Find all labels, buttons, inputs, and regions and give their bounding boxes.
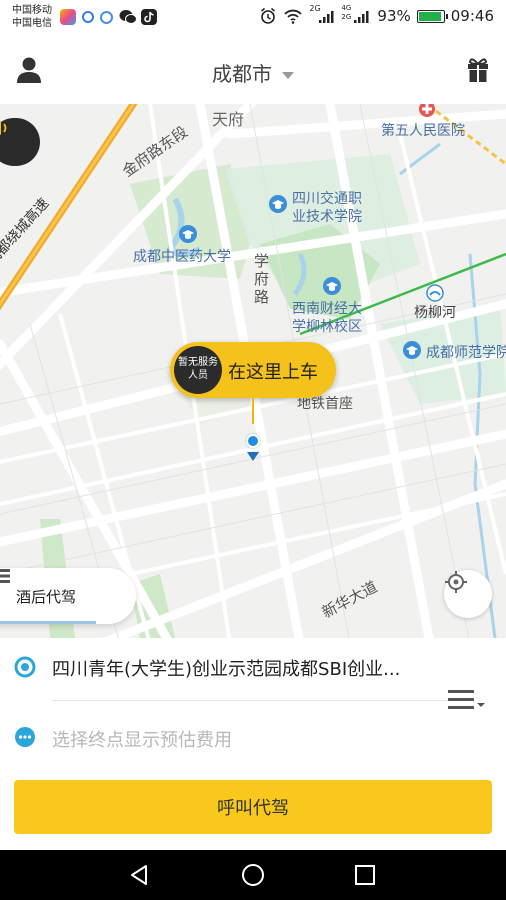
- map-label-swufe-1: 西南财经大: [292, 301, 362, 317]
- list-icon[interactable]: [0, 568, 10, 584]
- map-label-tcm-university: 成都中医药大学: [133, 249, 231, 265]
- pickup-label: 在这里上车: [228, 362, 318, 383]
- recent-apps-icon[interactable]: [355, 865, 375, 885]
- pickup-bubble[interactable]: 暂无服务人员 在这里上车: [170, 342, 336, 398]
- destination-placeholder: 选择终点显示预估费用: [52, 730, 232, 751]
- city-selector[interactable]: 成都市: [0, 58, 506, 87]
- signal-icon-2: [354, 11, 369, 23]
- network-2: 4G 2G: [341, 4, 371, 24]
- pickup-pin-stem: [252, 398, 254, 424]
- app-icon-1: [60, 9, 76, 25]
- school-icon: [269, 195, 287, 213]
- map-label-yangliuhe: 杨柳河: [414, 305, 456, 321]
- wifi-icon: [284, 9, 303, 24]
- status-bar: 中国移动 中国电信 2G 4G 2G 93% 09:46: [0, 0, 506, 36]
- system-navigation-bar: [0, 850, 506, 900]
- battery-percent: 93%: [377, 7, 411, 25]
- chevron-down-icon: [282, 72, 294, 79]
- school-icon: [179, 225, 197, 243]
- divider: [52, 700, 452, 701]
- school-icon: [403, 341, 421, 359]
- driver-status-badge: 暂无服务人员: [174, 346, 222, 394]
- speaker-icon: [0, 121, 7, 135]
- call-driver-button[interactable]: 呼叫代驾: [14, 780, 492, 834]
- hospital-icon: [419, 104, 435, 117]
- carrier-2: 中国电信: [12, 18, 52, 29]
- service-tab-indicator: [0, 621, 96, 624]
- back-icon[interactable]: [128, 864, 150, 886]
- map-label-hospital: 第五人民医院: [381, 123, 465, 139]
- locate-me-button[interactable]: [444, 570, 492, 618]
- bus-station-icon: [426, 284, 444, 302]
- start-point-icon: [14, 656, 36, 678]
- network-2-label: 4G 2G: [341, 4, 352, 21]
- city-name: 成都市: [212, 62, 272, 86]
- menu-dropdown-icon[interactable]: [448, 688, 486, 712]
- clock: 09:46: [450, 7, 494, 25]
- app-header: 成都市: [0, 36, 506, 104]
- direction-arrow-icon: [247, 452, 259, 461]
- battery-icon: [416, 9, 448, 23]
- gift-icon[interactable]: [466, 55, 490, 83]
- map-view[interactable]: 天府 第五人民医院 金府路东段 成都绕城高速 四川交通职 业技术学院 成都中医药…: [0, 104, 506, 638]
- notification-icons: [60, 9, 157, 25]
- start-location-row[interactable]: 四川青年(大学生)创业示范园成都SBI创业...: [0, 638, 506, 700]
- map-label-normal-university: 成都师范学院: [426, 345, 506, 361]
- network-1: 2G: [309, 4, 335, 24]
- start-address: 四川青年(大学生)创业示范园成都SBI创业...: [52, 659, 401, 680]
- app-icon-2: [82, 11, 94, 23]
- map-label-swufe-2: 学柳林校区: [292, 319, 362, 335]
- crosshair-icon: [445, 571, 467, 593]
- home-icon[interactable]: [241, 863, 265, 887]
- service-type-label: 酒后代驾: [16, 588, 77, 606]
- app-icon-3: [100, 10, 113, 24]
- signal-icon-1: [319, 11, 334, 23]
- carrier-info: 中国移动 中国电信: [12, 4, 52, 30]
- trip-panel: 四川青年(大学生)创业示范园成都SBI创业... 选择终点显示预估费用 呼叫代驾: [0, 638, 506, 850]
- tiktok-icon: [141, 9, 157, 25]
- map-label-xuefu-road: 学府路: [254, 252, 270, 306]
- battery-fill: [418, 11, 441, 21]
- map-label-tianfu: 天府: [212, 110, 245, 129]
- carrier-1: 中国移动: [12, 5, 52, 16]
- map-label-sichuan-college-1: 四川交通职: [292, 191, 362, 207]
- status-right: 2G 4G 2G 93% 09:46: [259, 4, 494, 25]
- current-location-dot: [246, 434, 260, 448]
- map-label-sichuan-college-2: 业技术学院: [292, 209, 362, 225]
- alarm-icon: [261, 7, 276, 24]
- end-point-icon: [15, 727, 35, 747]
- end-location-row[interactable]: 选择终点显示预估费用: [0, 718, 506, 762]
- wechat-icon: [119, 9, 137, 25]
- service-type-tab[interactable]: 酒后代驾: [0, 568, 136, 624]
- school-icon: [323, 277, 341, 295]
